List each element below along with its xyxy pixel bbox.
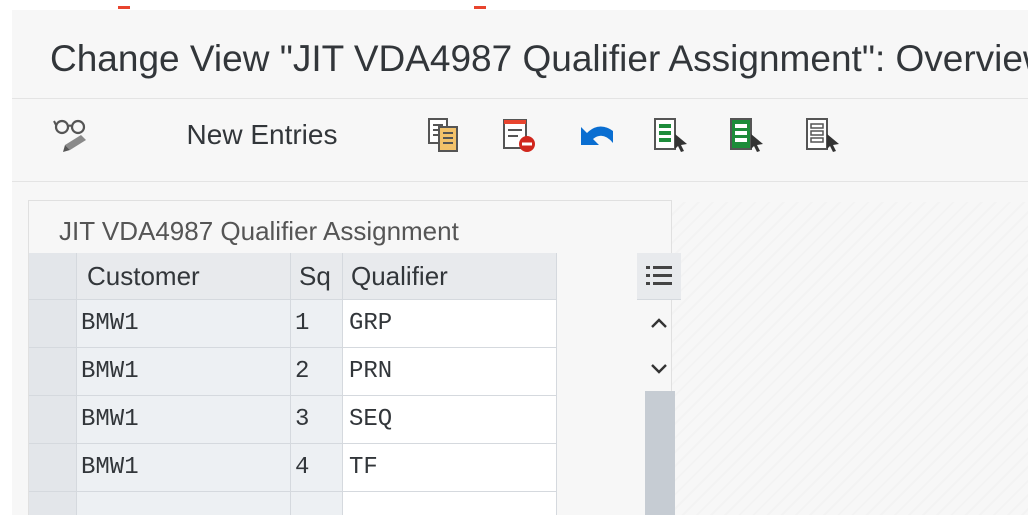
table-cell-qualifier[interactable]: GRP [343, 300, 557, 348]
vertical-scrollbar[interactable] [637, 253, 685, 515]
table-cell-qualifier[interactable]: PRN [343, 348, 557, 396]
table-cell-customer: BMW1 [77, 396, 291, 444]
scroll-up-button[interactable] [637, 301, 681, 345]
undo-button[interactable] [570, 115, 626, 155]
table-cell-qualifier[interactable] [343, 492, 557, 515]
application-toolbar: New Entries [12, 99, 1028, 182]
table-cell-customer: BMW1 [77, 444, 291, 492]
window-edge-marker-right [474, 6, 486, 9]
delete-icon [503, 119, 535, 152]
row-selector[interactable] [29, 396, 77, 444]
table-cell-customer: BMW1 [77, 348, 291, 396]
table-cell-qualifier[interactable]: SEQ [343, 396, 557, 444]
content-area: JIT VDA4987 Qualifier Assignment Custome… [12, 182, 1028, 515]
table-cell-customer: BMW1 [77, 300, 291, 348]
select-block-button[interactable] [722, 115, 772, 155]
display-change-button[interactable] [46, 115, 102, 155]
undo-icon [581, 126, 613, 145]
glasses-pencil-icon [53, 119, 86, 152]
scrollbar-thumb[interactable] [645, 391, 675, 515]
table-settings-button[interactable] [637, 253, 681, 300]
title-bar: Change View "JIT VDA4987 Qualifier Assig… [12, 10, 1028, 99]
table-cell-qualifier[interactable]: TF [343, 444, 557, 492]
column-header-qualifier[interactable]: Qualifier [343, 253, 557, 300]
scroll-down-button[interactable] [637, 347, 681, 391]
table-cell-sq [291, 492, 343, 515]
deselect-all-button[interactable] [798, 115, 848, 155]
column-header-sq[interactable]: Sq [291, 253, 343, 300]
copy-as-button[interactable] [418, 115, 468, 155]
window-edge-marker-left [118, 6, 130, 9]
delete-button[interactable] [494, 115, 544, 155]
list-settings-icon [646, 266, 672, 285]
table-cell-sq: 3 [291, 396, 343, 444]
table-panel: JIT VDA4987 Qualifier Assignment Custome… [28, 200, 681, 515]
table-cell-customer [77, 492, 291, 515]
select-all-rows-cell[interactable] [29, 253, 77, 300]
table-cell-sq: 4 [291, 444, 343, 492]
column-header-customer[interactable]: Customer [77, 253, 291, 300]
row-selector[interactable] [29, 300, 77, 348]
select-block-icon [730, 118, 763, 152]
select-all-button[interactable] [646, 115, 696, 155]
row-selector[interactable] [29, 348, 77, 396]
select-all-icon [654, 118, 687, 152]
deselect-all-icon [806, 118, 839, 152]
chevron-down-icon [651, 364, 667, 374]
table-cell-sq: 1 [291, 300, 343, 348]
background-pattern [672, 202, 1028, 515]
table-cell-sq: 2 [291, 348, 343, 396]
row-selector[interactable] [29, 492, 77, 515]
panel-title: JIT VDA4987 Qualifier Assignment [59, 216, 459, 246]
new-entries-button[interactable]: New Entries [162, 115, 362, 155]
new-entries-label: New Entries [186, 119, 338, 150]
page-title: Change View "JIT VDA4987 Qualifier Assig… [50, 38, 1028, 79]
sap-window: Change View "JIT VDA4987 Qualifier Assig… [12, 10, 1028, 515]
row-selector[interactable] [29, 444, 77, 492]
chevron-up-icon [651, 318, 667, 328]
copy-as-icon [428, 118, 458, 152]
